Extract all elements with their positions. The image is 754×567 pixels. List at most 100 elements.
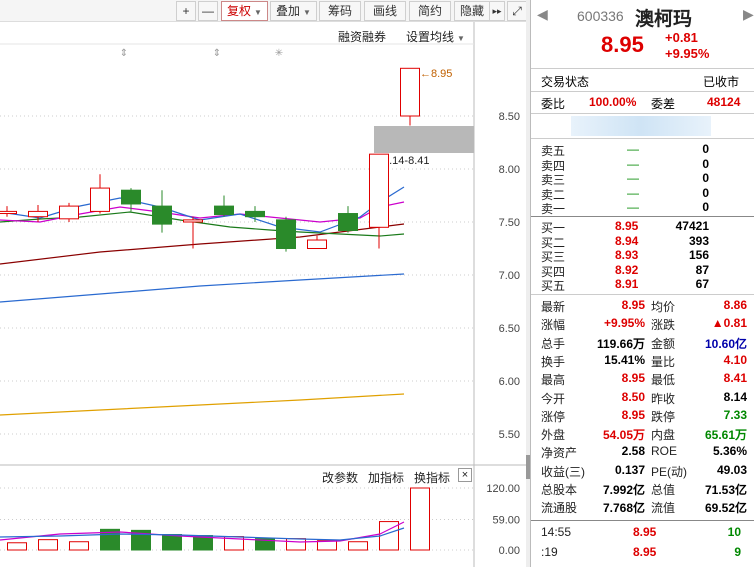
buy-row[interactable]: 买五 8.91 67 (531, 276, 754, 294)
divider (531, 520, 754, 521)
chips-button[interactable]: 筹码 (319, 1, 361, 21)
stock-header: ◀ 600336 澳柯玛 ▶ (531, 4, 754, 30)
candle-body (59, 205, 79, 220)
change-param-button[interactable]: 改参数 (322, 469, 358, 486)
simple-button[interactable]: 简约 (409, 1, 451, 21)
stat-value: 8.41 (723, 371, 747, 386)
stat-value: 8.14 (723, 389, 747, 404)
high-price-label: ←8.95 (420, 68, 452, 80)
stat-value: 7.768亿 (602, 501, 645, 516)
hide-button[interactable]: 隐藏 (454, 1, 490, 21)
sell-row[interactable]: 卖三 —0 (531, 170, 754, 187)
candle-body (338, 213, 358, 231)
stat-label: 净资产 (541, 446, 578, 461)
volume-tick-label: 120.00 (486, 483, 520, 495)
expand-icon[interactable]: ⤢ (507, 1, 527, 21)
weibi-value: 100.00% (589, 95, 637, 109)
stat-value: 0.137 (614, 462, 645, 477)
sell-volume: 0 (702, 156, 709, 171)
divider (531, 294, 754, 295)
buy-row[interactable]: 买一 8.95 47421 (531, 218, 754, 235)
sell-row[interactable]: 卖四 —0 (531, 156, 754, 173)
stat-value: 8.95 (621, 298, 645, 312)
stat-label: 今开 (541, 391, 566, 406)
tick-volume: 10 (727, 525, 741, 539)
price-range-box (374, 126, 474, 153)
margin-trade-link[interactable]: 融资融券 (338, 28, 386, 45)
buy-volume: 67 (695, 277, 709, 292)
volume-bar (410, 487, 430, 551)
buy-row[interactable]: 买四 8.92 87 (531, 262, 754, 279)
tick-time: :19 (541, 545, 558, 559)
stat-label: 外盘 (541, 428, 566, 443)
stat-label: 最新 (541, 300, 566, 314)
sell-level-label: 卖一 (541, 202, 566, 217)
overlay-button[interactable]: 叠加 ▼ (270, 1, 317, 21)
sell-row[interactable]: 卖五 —0 (531, 141, 754, 158)
sell-row[interactable]: 卖二 —0 (531, 185, 754, 202)
prev-stock-icon[interactable]: ◀ (537, 6, 548, 23)
stat-label: 最高 (541, 373, 566, 388)
sell-price: — (627, 200, 639, 215)
sell-volume: 0 (702, 171, 709, 186)
ma120-line (0, 393, 405, 416)
stat-value: 15.41% (604, 352, 645, 367)
price-tick-label: 5.50 (499, 429, 520, 441)
kline-svg[interactable]: 8.50 8.00 7.50 7.00 6.50 6.00 5.50 ⇕ ⇕ ✳ 8.14-8.41… (0, 22, 530, 567)
add-indicator-button[interactable]: 加指标 (368, 469, 404, 486)
stat-label: 换手 (541, 354, 566, 369)
weibi-row: 委比 100.00% 委差 48124 (531, 94, 754, 112)
trade-status-label: 交易状态 (541, 75, 590, 89)
buy-row[interactable]: 买二 8.94 393 (531, 233, 754, 250)
stat-value: 54.05万 (602, 428, 645, 443)
set-ma-button[interactable]: 设置均线 ▼ (406, 28, 465, 45)
zoom-out-button[interactable]: — (198, 1, 218, 21)
tick-list[interactable]: 14:55 8.95 10:19 8.95 9 (531, 524, 754, 566)
stat-label: 昨收 (651, 391, 676, 406)
candle-body (28, 210, 48, 218)
stat-label: 金额 (651, 336, 676, 351)
stat-row: 流通股 7.768亿 流值 69.52亿 (531, 498, 754, 516)
buy-level-label: 买五 (541, 279, 566, 294)
volume-bar (348, 541, 368, 551)
weicha-label: 委差 (651, 97, 676, 111)
sell-row[interactable]: 卖一 — 0 (531, 199, 754, 217)
trade-status-row: 交易状态 已收市 (531, 72, 754, 90)
volume-bar (286, 538, 306, 551)
switch-indicator-button[interactable]: 换指标 (414, 469, 450, 486)
draw-line-button[interactable]: 画线 (364, 1, 406, 21)
stat-label: 最低 (651, 373, 676, 388)
buy-row[interactable]: 买三 8.93 156 (531, 247, 754, 264)
stat-label: 涨跌 (651, 318, 676, 333)
stat-value: 65.61万 (704, 428, 747, 443)
volume-bar (7, 542, 27, 551)
volume-bar (38, 539, 58, 551)
stat-value: 10.60亿 (704, 336, 747, 351)
stat-value: 71.53亿 (704, 483, 747, 497)
tick-row[interactable]: 14:55 8.95 10 (531, 524, 754, 542)
buy-price: 8.93 (615, 248, 639, 263)
close-icon[interactable]: × (458, 468, 472, 482)
stat-label: 总手 (541, 336, 566, 351)
event-marker-icon: ✳ (275, 48, 283, 59)
buy-price: 8.94 (615, 233, 639, 248)
sell-price: — (627, 171, 639, 186)
stat-value: 7.992亿 (602, 483, 645, 497)
stat-value: 49.03 (716, 462, 747, 477)
tick-price: 8.95 (633, 525, 657, 539)
stat-row: 外盘 54.05万 内盘 65.61万 (531, 425, 754, 443)
kline-chart[interactable]: 8.50 8.00 7.50 7.00 6.50 6.00 5.50 ⇕ ⇕ ✳ 8.14-8.41… (0, 22, 530, 567)
more-icon[interactable]: ▸▸ (489, 1, 505, 21)
stat-value: 4.10 (723, 352, 747, 367)
price-change-pct: +9.95% (665, 46, 710, 61)
stat-label: PE(动) (651, 464, 688, 479)
next-stock-icon[interactable]: ▶ (743, 6, 754, 23)
sell-price: — (627, 185, 639, 200)
stat-label: ROE (651, 444, 678, 459)
tick-row[interactable]: :19 8.95 9 (531, 544, 754, 562)
stat-row: 涨幅 +9.95% 涨跌 ▲0.81 (531, 315, 754, 333)
stat-value: 69.52亿 (704, 501, 747, 516)
fuquan-button[interactable]: 复权 ▼ (221, 1, 268, 21)
zoom-in-button[interactable]: + (176, 1, 196, 21)
blurred-banner (571, 116, 711, 136)
